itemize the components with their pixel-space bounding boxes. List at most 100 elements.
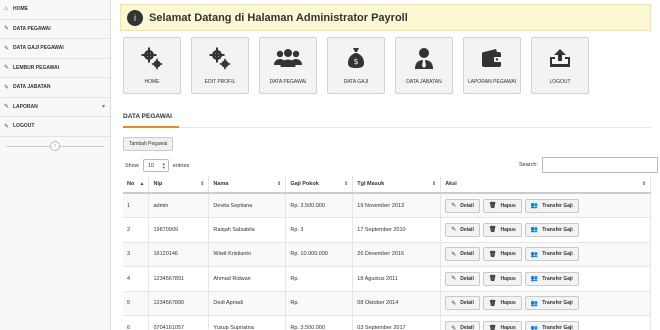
pencil-icon: ✎ [451, 227, 457, 234]
sidebar-item-logout[interactable]: ✎ LOGOUT [0, 117, 110, 137]
select-arrows-icon: ▲ ▼ [161, 161, 166, 170]
hapus-button[interactable]: 🗑 Hapus [482, 198, 522, 213]
pegawai-table: No ▲ Nip ⇕ Nama ⇕ Gaji Pokok ⇕ Tgl Masuk ⇕ Ak… [123, 176, 651, 330]
shortcut-label: HOME [144, 79, 160, 85]
shortcut-laporan-pegawai[interactable]: LAPORAN PEGAWAI [463, 37, 521, 94]
sidebar-item-data-gaji-pegawai[interactable]: ✎ DATA GAJI PEGAWAI [0, 39, 110, 59]
cell-gaji-pokok: Rp. 10.000.000 [285, 241, 354, 267]
add-pegawai-button[interactable]: Tambah Pegawai [123, 137, 174, 151]
section-divider [123, 127, 651, 128]
detail-button[interactable]: ✎ Detail [445, 296, 480, 311]
shortcut-label: DATA GAJI [343, 79, 369, 85]
transfer-gaji-button[interactable]: 👥 Transfer Gaji [524, 271, 579, 286]
action-label: Transfer Gaji [542, 275, 573, 282]
action-label: Detail [460, 300, 474, 307]
shortcut-data-gaji[interactable]: $ DATA GAJI [327, 37, 385, 94]
action-label: Hapus [500, 251, 516, 258]
pencil-icon: ✎ [4, 104, 10, 111]
search-input[interactable] [541, 157, 658, 173]
table-row: 4 1234567891 Ahmad Ridwan Rp. 18 Agustus 201… [123, 266, 651, 291]
cell-tgl-masuk: 17 September 2010 [352, 217, 442, 242]
trash-icon: 🗑 [488, 251, 497, 258]
shortcut-edit-profil[interactable]: EDIT PROFIL [191, 37, 249, 94]
cell-no: 2 [123, 217, 150, 242]
money-bag-icon: $ [347, 45, 365, 71]
hapus-button[interactable]: 🗑 Hapus [482, 222, 522, 237]
hapus-button[interactable]: 🗑 Hapus [482, 271, 522, 286]
sidebar: ⌂ HOME ✎ DATA PEGAWAI ✎ DATA GAJI PEGAWA… [0, 0, 111, 330]
detail-button[interactable]: ✎ Detail [445, 222, 480, 237]
sort-icon: ⇕ [641, 181, 646, 187]
sidebar-collapse-bar: ‹ [0, 137, 110, 156]
sidebar-item-data-jabatan[interactable]: ✎ DATA JABATAN [0, 78, 110, 98]
column-header-nip[interactable]: Nip ⇕ [148, 176, 210, 194]
table-row: 3 16120146 Wiwit Kristianto Rp. 10.000.000 2… [123, 241, 651, 267]
shortcut-home[interactable]: HOME [123, 37, 181, 94]
action-label: Transfer Gaji [542, 251, 573, 258]
action-label: Detail [460, 251, 474, 258]
page-length-select[interactable]: 10 ▲ ▼ [142, 159, 169, 172]
welcome-alert: i Selamat Datang di Halaman Administrato… [120, 4, 651, 31]
action-label: Detail [460, 202, 474, 209]
action-label: Detail [460, 226, 474, 233]
shortcut-label: LAPORAN PEGAWAI [467, 79, 517, 85]
pencil-icon: ✎ [4, 26, 10, 33]
pencil-icon: ✎ [451, 276, 457, 283]
sidebar-item-home[interactable]: ⌂ HOME [0, 0, 110, 20]
pencil-icon: ✎ [451, 300, 457, 307]
hapus-button[interactable]: 🗑 Hapus [482, 247, 522, 262]
cell-nip: 0704161057 [148, 315, 210, 330]
sidebar-item-data-pegawai[interactable]: ✎ DATA PEGAWAI [0, 20, 110, 39]
transfer-gaji-button[interactable]: 👥 Transfer Gaji [524, 296, 579, 311]
upload-icon [549, 45, 571, 71]
cell-nama: Ahmad Ridwan [208, 266, 287, 291]
column-header-aksi[interactable]: Aksi ⇕ [440, 176, 651, 194]
cell-tgl-masuk: 19 November 2013 [352, 192, 442, 218]
transfer-gaji-button[interactable]: 👥 Transfer Gaji [524, 321, 579, 330]
hapus-button[interactable]: 🗑 Hapus [482, 321, 522, 330]
trash-icon: 🗑 [488, 203, 497, 209]
detail-button[interactable]: ✎ Detail [445, 271, 480, 286]
column-header-nama[interactable]: Nama ⇕ [208, 176, 287, 194]
transfer-gaji-button[interactable]: 👥 Transfer Gaji [524, 222, 579, 237]
cell-gaji-pokok: Rp. 3.500.000 [285, 315, 354, 330]
users-icon: 👥 [530, 325, 539, 330]
sidebar-item-label: HOME [13, 6, 28, 13]
cell-tgl-masuk: 03 September 2017 [352, 315, 442, 330]
shortcut-data-pegawai[interactable]: DATA PEGAWAI [259, 37, 317, 94]
hapus-button[interactable]: 🗑 Hapus [482, 296, 522, 311]
chevron-left-icon[interactable]: ‹ [50, 141, 60, 151]
cell-nip: 1234567891 [148, 266, 210, 291]
column-header-no[interactable]: No ▲ [123, 176, 150, 194]
pencil-icon: ✎ [4, 84, 10, 91]
table-row: 5 1234567890 Dedi Apriadi Rp. 08 Oktober 201… [123, 290, 651, 316]
column-header-gaji-pokok[interactable]: Gaji Pokok ⇕ [285, 176, 354, 194]
sidebar-item-label: LEMBUR PEGAWAI [13, 64, 60, 71]
table-row: 1 admin Devita Septiana Rp. 3.500.000 19 Nov… [123, 192, 651, 218]
pencil-icon: ✎ [451, 325, 457, 330]
trash-icon: 🗑 [488, 276, 497, 283]
column-header-tgl-masuk[interactable]: Tgl Masuk ⇕ [352, 176, 442, 194]
shortcut-logout[interactable]: LOGOUT [531, 37, 589, 94]
users-icon: 👥 [530, 276, 539, 283]
cell-aksi: ✎ Detail 🗑 Hapus 👥 Transfer Gaji [440, 241, 651, 267]
page-length-control: Show 10 ▲ ▼ entries [125, 159, 189, 172]
transfer-gaji-button[interactable]: 👥 Transfer Gaji [524, 198, 579, 213]
section-title: DATA PEGAWAI [123, 113, 172, 120]
transfer-gaji-button[interactable]: 👥 Transfer Gaji [524, 247, 579, 262]
shortcut-data-jabatan[interactable]: DATA JABATAN [395, 37, 453, 94]
action-label: Transfer Gaji [542, 325, 573, 330]
sidebar-item-lembur-pegawai[interactable]: ✎ LEMBUR PEGAWAI [0, 59, 110, 78]
pencil-icon: ✎ [4, 65, 10, 72]
sidebar-item-laporan[interactable]: ✎ LAPORAN ▾ [0, 98, 110, 117]
cell-nama: Raiqah Salsabila [208, 217, 287, 242]
detail-button[interactable]: ✎ Detail [445, 198, 480, 213]
table-body: 1 admin Devita Septiana Rp. 3.500.000 19 Nov… [123, 192, 651, 330]
detail-button[interactable]: ✎ Detail [445, 247, 480, 262]
cell-tgl-masuk: 08 Oktober 2014 [352, 290, 442, 316]
detail-button[interactable]: ✎ Detail [445, 321, 480, 330]
cell-no: 5 [123, 290, 150, 316]
svg-text:$: $ [353, 57, 358, 66]
trash-icon: 🗑 [488, 325, 497, 330]
info-icon: i [127, 9, 143, 26]
